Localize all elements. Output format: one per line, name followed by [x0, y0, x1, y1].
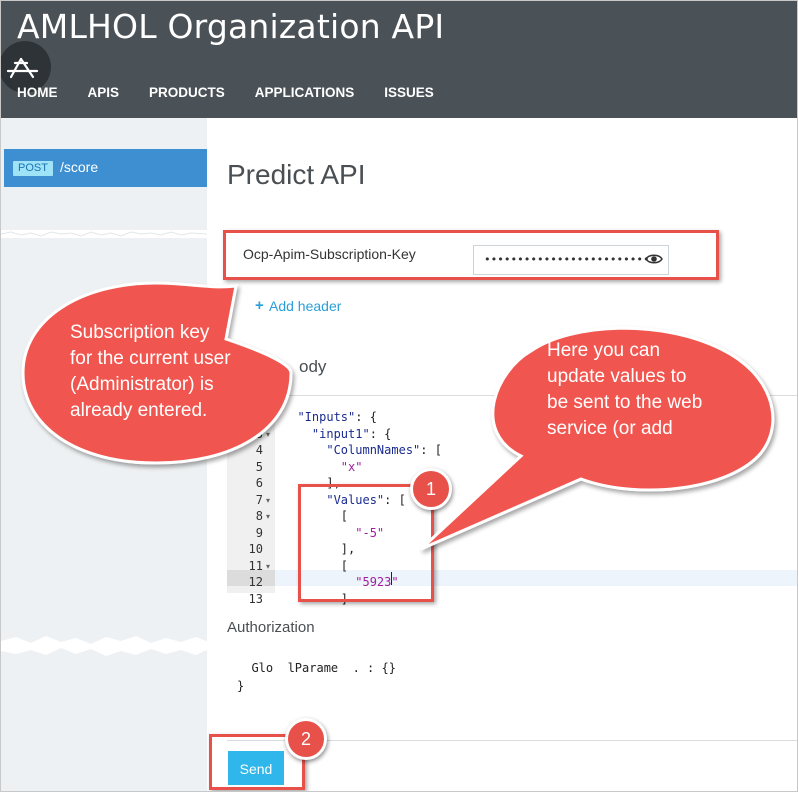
left-callout-text: Subscription key for the current user (A… — [70, 320, 231, 424]
step-2-marker: 2 — [285, 718, 327, 760]
left-callout-line: (Administrator) is — [70, 374, 214, 395]
step-1-marker: 1 — [410, 468, 452, 510]
left-callout-line: Subscription key — [70, 322, 210, 343]
left-callout-line: already entered. — [70, 400, 208, 421]
left-callout-line: for the current user — [70, 348, 231, 369]
right-callout-line: be sent to the web — [547, 392, 703, 413]
right-callout-line: service (or add — [547, 418, 673, 439]
right-callout-text: Here you can update values to be sent to… — [547, 338, 702, 442]
right-callout-line: update values to — [547, 366, 687, 387]
screenshot-frame: AMLHOL Organization API HOME APIS PRODUC… — [0, 0, 798, 792]
right-callout-line: Here you can — [547, 340, 661, 361]
